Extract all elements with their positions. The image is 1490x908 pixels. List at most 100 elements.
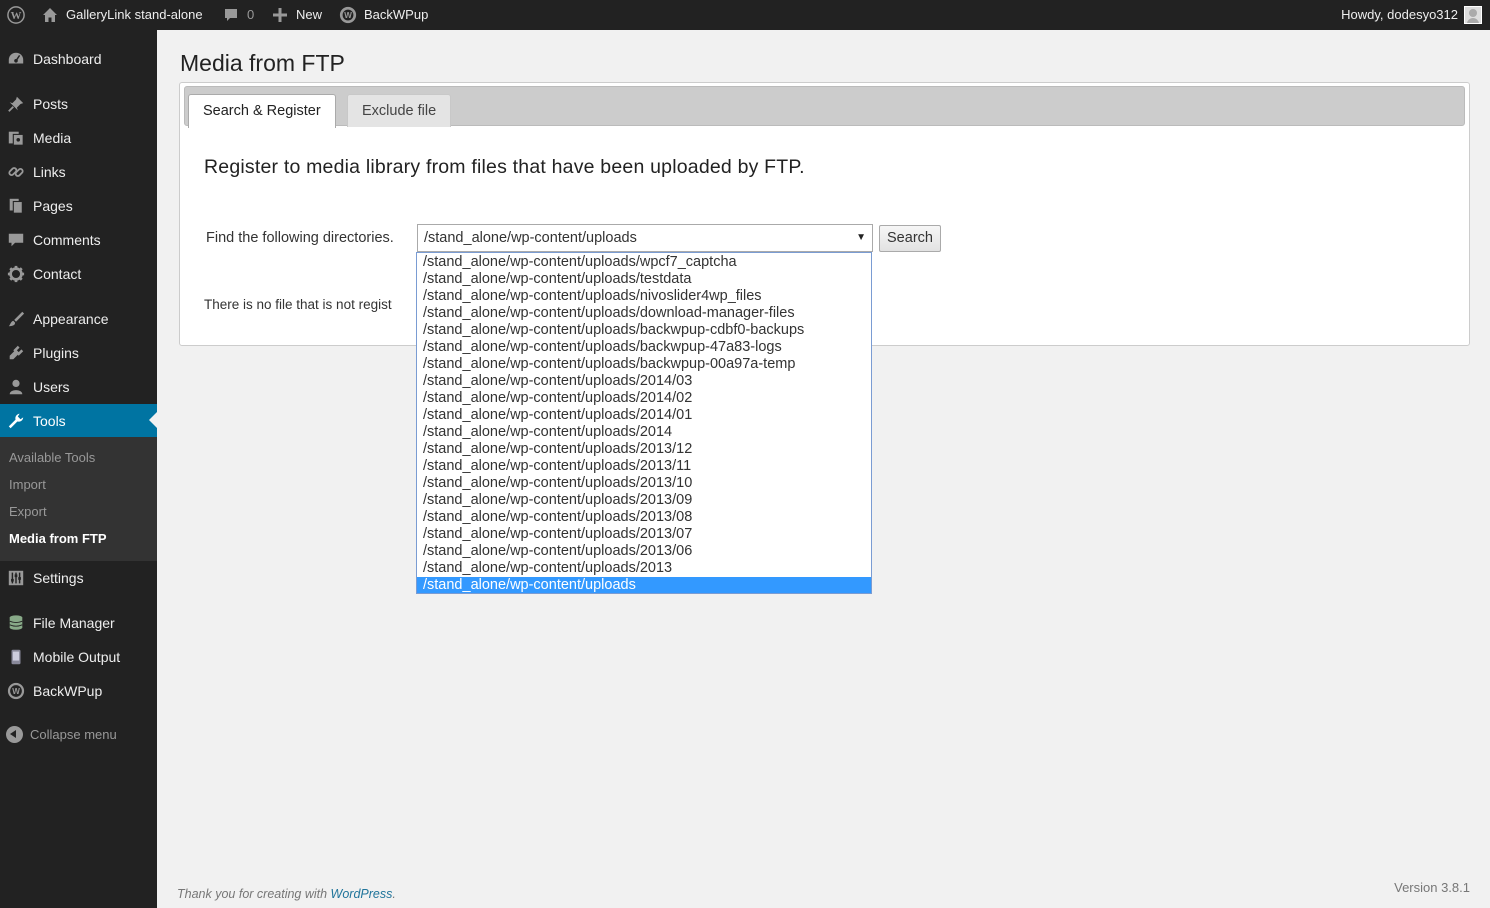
dropdown-option[interactable]: /stand_alone/wp-content/uploads/backwpup… — [417, 356, 871, 373]
new-label: New — [296, 7, 323, 22]
dropdown-option[interactable]: /stand_alone/wp-content/uploads/nivoslid… — [417, 288, 871, 305]
sidebar-item-links[interactable]: Links — [0, 155, 157, 189]
no-file-message: There is no file that is not regist — [204, 297, 392, 312]
sidebar-item-dashboard[interactable]: Dashboard — [0, 42, 157, 76]
sidebar-item-posts[interactable]: Posts — [0, 87, 157, 121]
sidebar-item-label: Mobile Output — [33, 649, 121, 665]
svg-text:W: W — [11, 10, 22, 22]
admin-bar: W GalleryLink stand-alone 0 New W BackWP… — [0, 0, 1490, 30]
avatar — [1464, 6, 1482, 24]
user-icon — [6, 377, 26, 397]
brush-icon — [6, 309, 26, 329]
sidebar-item-label: Links — [33, 164, 66, 180]
submenu-export[interactable]: Export — [9, 504, 47, 519]
wordpress-icon: W — [6, 5, 26, 25]
pages-icon — [6, 196, 26, 216]
submenu-available-tools[interactable]: Available Tools — [9, 450, 95, 465]
database-icon — [6, 613, 26, 633]
phone-icon — [6, 647, 26, 667]
dropdown-option[interactable]: /stand_alone/wp-content/uploads/2014/02 — [417, 390, 871, 407]
page-title: Media from FTP — [180, 50, 345, 76]
dashboard-icon — [6, 49, 26, 69]
admin-menu: Dashboard Posts Media Links Pages Commen… — [0, 30, 157, 908]
directory-select[interactable]: /stand_alone/wp-content/uploads ▼ — [417, 224, 873, 252]
comment-icon — [6, 230, 26, 250]
tab-bar: Search & Register Exclude file — [184, 86, 1465, 128]
backwpup-label: BackWPup — [364, 7, 429, 22]
svg-text:W: W — [344, 11, 352, 20]
dropdown-option-selected[interactable]: /stand_alone/wp-content/uploads — [417, 577, 871, 593]
collapse-menu-button[interactable]: Collapse menu — [6, 726, 117, 743]
plug-icon — [6, 343, 26, 363]
footer-thanks-suffix: . — [392, 887, 396, 901]
dropdown-option[interactable]: /stand_alone/wp-content/uploads/2013/11 — [417, 458, 871, 475]
comment-icon — [221, 5, 241, 25]
howdy-text: Howdy, dodesyo312 — [1341, 7, 1458, 22]
dropdown-option[interactable]: /stand_alone/wp-content/uploads/2013/10 — [417, 475, 871, 492]
dropdown-arrow-icon: ▼ — [856, 232, 866, 243]
wordpress-logo-button[interactable]: W — [6, 0, 26, 30]
new-content-link[interactable]: New — [270, 0, 322, 30]
dropdown-option[interactable]: /stand_alone/wp-content/uploads/2013/07 — [417, 526, 871, 543]
dropdown-option[interactable]: /stand_alone/wp-content/uploads/2014/03 — [417, 373, 871, 390]
sidebar-item-pages[interactable]: Pages — [0, 189, 157, 223]
dropdown-option[interactable]: /stand_alone/wp-content/uploads/testdata — [417, 271, 871, 288]
home-icon — [40, 5, 60, 25]
dropdown-option[interactable]: /stand_alone/wp-content/uploads/2013 — [417, 560, 871, 577]
sidebar-item-label: File Manager — [33, 615, 115, 631]
sidebar-item-label: Posts — [33, 96, 69, 112]
sidebar-item-label: Plugins — [33, 345, 79, 361]
svg-text:W: W — [12, 687, 20, 696]
sidebar-item-backwpup[interactable]: W BackWPup — [0, 674, 157, 708]
dropdown-option[interactable]: /stand_alone/wp-content/uploads/backwpup… — [417, 322, 871, 339]
wordpress-link[interactable]: WordPress — [331, 887, 393, 901]
intro-text: Register to media library from files tha… — [204, 156, 805, 178]
dropdown-option[interactable]: /stand_alone/wp-content/uploads/2013/09 — [417, 492, 871, 509]
wrench-icon — [6, 411, 26, 431]
my-account-link[interactable]: Howdy, dodesyo312 — [1341, 0, 1482, 30]
tab-exclude-file[interactable]: Exclude file — [347, 94, 452, 127]
sidebar-item-users[interactable]: Users — [0, 370, 157, 404]
search-button[interactable]: Search — [879, 225, 941, 252]
footer-thanks-prefix: Thank you for creating with — [177, 887, 331, 901]
backwpup-admin-link[interactable]: W BackWPup — [338, 0, 428, 30]
sidebar-item-media[interactable]: Media — [0, 121, 157, 155]
tab-search-register[interactable]: Search & Register — [188, 94, 336, 128]
sidebar-item-appearance[interactable]: Appearance — [0, 302, 157, 336]
dropdown-option[interactable]: /stand_alone/wp-content/uploads/wpcf7_ca… — [417, 254, 871, 271]
sidebar-item-contact[interactable]: Contact — [0, 257, 157, 291]
dropdown-option[interactable]: /stand_alone/wp-content/uploads/2014 — [417, 424, 871, 441]
sidebar-item-file-manager[interactable]: File Manager — [0, 606, 157, 640]
dropdown-option[interactable]: /stand_alone/wp-content/uploads/download… — [417, 305, 871, 322]
sidebar-item-tools[interactable]: Tools — [0, 404, 157, 438]
link-icon — [6, 162, 26, 182]
dropdown-option[interactable]: /stand_alone/wp-content/uploads/2013/08 — [417, 509, 871, 526]
sidebar-item-settings[interactable]: Settings — [0, 561, 157, 595]
submenu-import[interactable]: Import — [9, 477, 46, 492]
settings-icon — [6, 568, 26, 588]
pin-icon — [6, 94, 26, 114]
site-name-link[interactable]: GalleryLink stand-alone — [40, 0, 203, 30]
wordpress-icon: W — [6, 681, 26, 701]
sidebar-item-mobile-output[interactable]: Mobile Output — [0, 640, 157, 674]
sidebar-item-label: Settings — [33, 570, 84, 586]
dropdown-option[interactable]: /stand_alone/wp-content/uploads/2013/12 — [417, 441, 871, 458]
sidebar-item-label: BackWPup — [33, 683, 103, 699]
sidebar-item-label: Dashboard — [33, 51, 102, 67]
sidebar-item-plugins[interactable]: Plugins — [0, 336, 157, 370]
sidebar-item-comments[interactable]: Comments — [0, 223, 157, 257]
dropdown-option[interactable]: /stand_alone/wp-content/uploads/2014/01 — [417, 407, 871, 424]
comments-link[interactable]: 0 — [221, 0, 254, 30]
plus-icon — [270, 5, 290, 25]
site-name: GalleryLink stand-alone — [66, 7, 203, 22]
dropdown-option[interactable]: /stand_alone/wp-content/uploads/backwpup… — [417, 339, 871, 356]
directory-dropdown-list: /stand_alone/wp-content/uploads/wpcf7_ca… — [416, 252, 872, 594]
sidebar-item-label: Users — [33, 379, 70, 395]
submenu-media-from-ftp[interactable]: Media from FTP — [9, 531, 107, 546]
tools-submenu: Available Tools Import Export Media from… — [0, 437, 157, 561]
sidebar-item-label: Pages — [33, 198, 73, 214]
dropdown-option[interactable]: /stand_alone/wp-content/uploads/2013/06 — [417, 543, 871, 560]
sidebar-item-label: Media — [33, 130, 72, 146]
sidebar-item-label: Appearance — [33, 311, 109, 327]
version-text: Version 3.8.1 — [1394, 880, 1470, 895]
